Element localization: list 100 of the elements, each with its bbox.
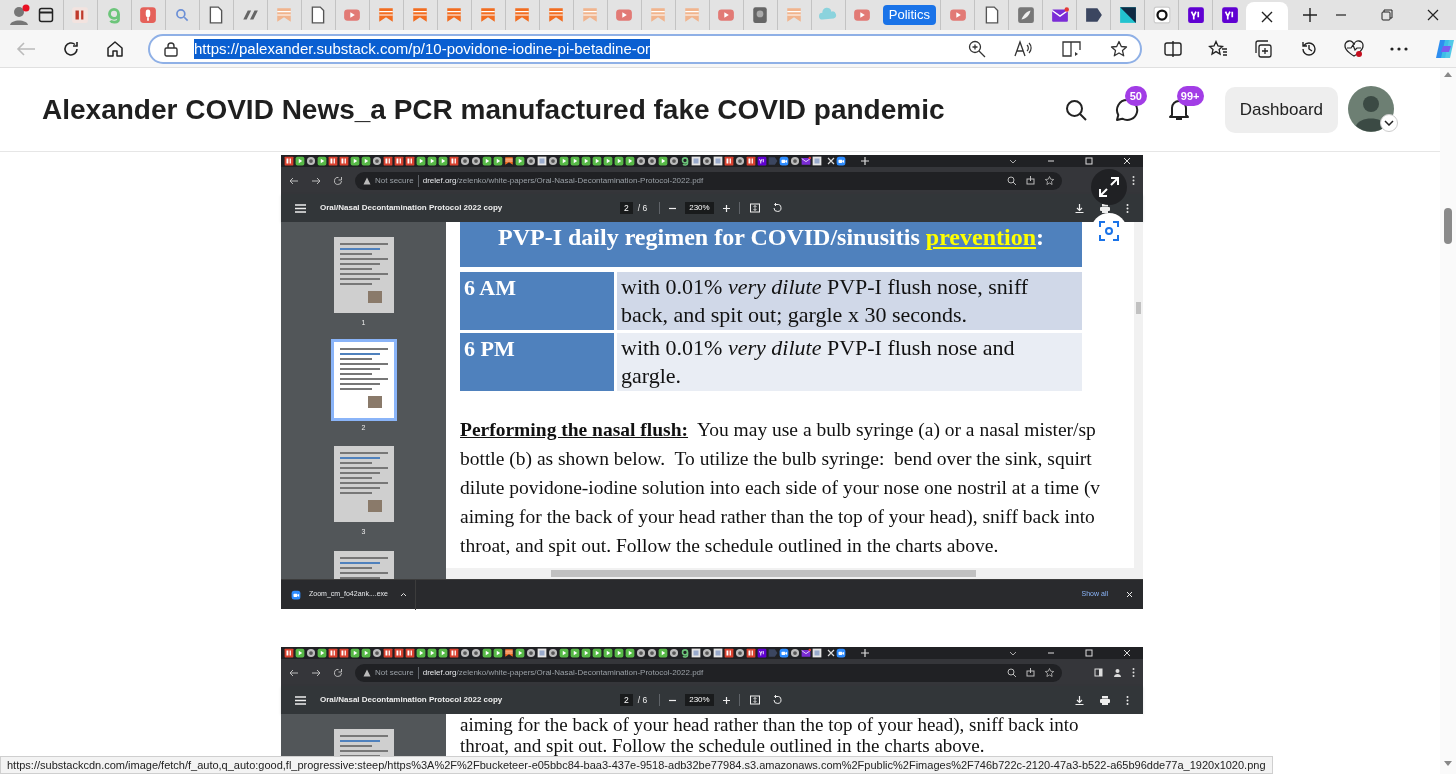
- download-icon[interactable]: [1075, 203, 1084, 213]
- fit-page-icon[interactable]: [749, 203, 760, 213]
- play-icon[interactable]: [438, 648, 448, 658]
- play-icon[interactable]: [614, 156, 624, 166]
- square-icon[interactable]: [713, 648, 723, 658]
- zoom-level-field[interactable]: 230%: [685, 694, 714, 706]
- letters-icon[interactable]: [746, 648, 756, 658]
- play-icon[interactable]: [493, 156, 503, 166]
- globe-icon[interactable]: [372, 648, 382, 658]
- letter-g-icon[interactable]: [680, 156, 690, 166]
- play-icon[interactable]: [581, 648, 591, 658]
- letters-icon[interactable]: [724, 648, 734, 658]
- star-icon[interactable]: [1045, 176, 1054, 185]
- play-icon[interactable]: [603, 156, 613, 166]
- play-icon[interactable]: [592, 648, 602, 658]
- camera-icon[interactable]: [836, 648, 846, 658]
- rotate-icon[interactable]: [771, 203, 782, 213]
- page-thumbnail[interactable]: [330, 338, 397, 421]
- letters-icon[interactable]: [394, 156, 404, 166]
- more-icon[interactable]: [1390, 45, 1408, 52]
- download-icon[interactable]: [1075, 695, 1084, 705]
- globe-icon[interactable]: [306, 156, 316, 166]
- more-icon[interactable]: [1126, 203, 1129, 213]
- camera-icon[interactable]: [836, 156, 846, 166]
- minimize-icon[interactable]: [1047, 157, 1055, 165]
- letters-icon[interactable]: [383, 156, 393, 166]
- refresh-icon[interactable]: [333, 175, 343, 186]
- play-icon[interactable]: [482, 156, 492, 166]
- play-icon[interactable]: [427, 156, 437, 166]
- restore-icon[interactable]: [1085, 649, 1093, 657]
- play-icon[interactable]: [350, 156, 360, 166]
- play-icon[interactable]: [515, 156, 525, 166]
- expand-icon[interactable]: [1098, 176, 1120, 198]
- caret-icon[interactable]: [1384, 119, 1394, 126]
- globe-icon[interactable]: [790, 156, 800, 166]
- share-icon[interactable]: [1026, 176, 1035, 185]
- play-icon[interactable]: [592, 156, 602, 166]
- home-icon[interactable]: [106, 39, 124, 58]
- square-icon[interactable]: [812, 648, 822, 658]
- camera-icon[interactable]: [779, 648, 789, 658]
- collections-icon[interactable]: [1254, 39, 1274, 58]
- play-icon[interactable]: [658, 648, 668, 658]
- caret-up-icon[interactable]: [400, 592, 407, 597]
- globe-icon[interactable]: [372, 156, 382, 166]
- play-icon[interactable]: [416, 648, 426, 658]
- address-bar[interactable]: Not secure drelef.org/zelenko/white-papers/Oral-Nasal-Decontamination-Protocol-2022.pdf: [355, 663, 1062, 682]
- back-icon[interactable]: [289, 667, 299, 678]
- close-icon[interactable]: [1261, 11, 1273, 23]
- tab-actions-icon[interactable]: [38, 7, 55, 23]
- avatar-icon[interactable]: [1348, 85, 1394, 132]
- globe-icon[interactable]: [548, 648, 558, 658]
- letters-icon[interactable]: [746, 156, 756, 166]
- search-icon[interactable]: [1064, 98, 1087, 121]
- letters-icon[interactable]: [405, 156, 415, 166]
- restore-icon[interactable]: [1381, 9, 1393, 21]
- globe-icon[interactable]: [306, 648, 316, 658]
- scrollbar-thumb[interactable]: [1444, 208, 1452, 244]
- new-tab-icon[interactable]: [1302, 7, 1318, 23]
- share-icon[interactable]: [1026, 668, 1035, 677]
- play-icon[interactable]: [416, 156, 426, 166]
- mail-icon[interactable]: [801, 648, 811, 658]
- publication-title[interactable]: Alexander COVID News_a PCR manufactured fake COVID pandemic: [42, 88, 945, 131]
- play-icon[interactable]: [625, 156, 635, 166]
- more-icon[interactable]: [1132, 176, 1135, 185]
- play-icon[interactable]: [427, 648, 437, 658]
- square-icon[interactable]: [691, 648, 701, 658]
- play-icon[interactable]: [482, 648, 492, 658]
- side-panel-icon[interactable]: [1094, 668, 1103, 677]
- scroll-up-icon[interactable]: [1444, 72, 1452, 77]
- letters-icon[interactable]: [449, 156, 459, 166]
- bookmark-icon[interactable]: [504, 648, 514, 658]
- square-icon[interactable]: [537, 156, 547, 166]
- globe-icon[interactable]: [669, 648, 679, 658]
- play-icon[interactable]: [559, 156, 569, 166]
- letters-icon[interactable]: [383, 648, 393, 658]
- letters-icon[interactable]: [339, 156, 349, 166]
- minimize-icon[interactable]: [1047, 649, 1055, 657]
- letters-icon[interactable]: [405, 648, 415, 658]
- forward-icon[interactable]: [311, 667, 321, 678]
- play-icon[interactable]: [625, 648, 635, 658]
- rotate-icon[interactable]: [771, 695, 782, 705]
- letters-icon[interactable]: [339, 648, 349, 658]
- camera-icon[interactable]: [779, 156, 789, 166]
- profile-icon[interactable]: [1113, 668, 1122, 677]
- bookmark-icon[interactable]: [504, 156, 514, 166]
- reader-icon[interactable]: [1062, 39, 1082, 58]
- scroll-down-icon[interactable]: [1444, 761, 1452, 766]
- globe-icon[interactable]: [735, 156, 745, 166]
- menu-icon[interactable]: [295, 203, 306, 213]
- fit-page-icon[interactable]: [749, 695, 760, 705]
- print-icon[interactable]: [1100, 203, 1110, 213]
- letters-icon[interactable]: [724, 156, 734, 166]
- globe-icon[interactable]: [526, 156, 536, 166]
- back-icon[interactable]: [289, 175, 299, 186]
- dashboard-button[interactable]: Dashboard: [1224, 86, 1338, 133]
- tab-group-label[interactable]: Politics: [882, 5, 936, 25]
- globe-icon[interactable]: [702, 648, 712, 658]
- play-icon[interactable]: [515, 648, 525, 658]
- restore-icon[interactable]: [1085, 157, 1093, 165]
- heart-pulse-icon[interactable]: [1344, 39, 1364, 58]
